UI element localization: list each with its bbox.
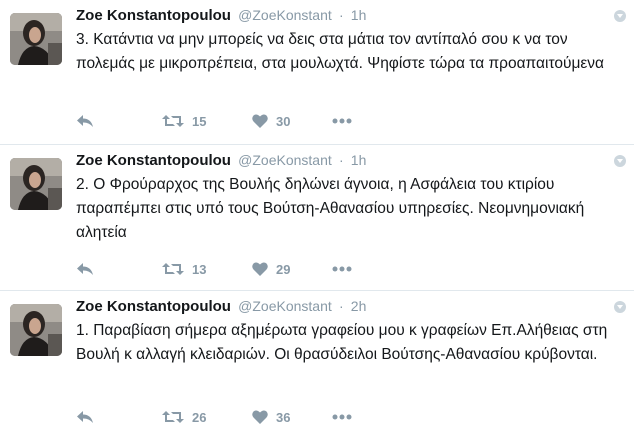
separator: · xyxy=(338,7,344,23)
tweet-header: Zoe Konstantopoulou @ZoeKonstant · 2h xyxy=(76,297,366,316)
timestamp[interactable]: 1h xyxy=(351,152,367,168)
avatar[interactable] xyxy=(10,304,62,356)
more-button[interactable] xyxy=(332,257,352,281)
timestamp[interactable]: 1h xyxy=(351,7,367,23)
more-options-icon xyxy=(332,266,352,272)
reply-icon xyxy=(77,263,93,275)
author-name[interactable]: Zoe Konstantopoulou xyxy=(76,298,231,315)
retweet-button[interactable]: 26 xyxy=(162,405,206,428)
separator: · xyxy=(338,152,344,168)
tweet-header: Zoe Konstantopoulou @ZoeKonstant · 1h xyxy=(76,6,366,25)
chevron-down-icon[interactable] xyxy=(614,155,626,167)
more-options-icon xyxy=(332,118,352,124)
more-button[interactable] xyxy=(332,405,352,428)
reply-button[interactable] xyxy=(76,405,94,428)
tweet[interactable]: Zoe Konstantopoulou @ZoeKonstant · 2h 1.… xyxy=(0,291,634,428)
like-button[interactable]: 29 xyxy=(252,257,290,281)
timestamp[interactable]: 2h xyxy=(351,298,367,314)
tweet-text: 1. Παραβίαση σήμερα αξημέρωτα γραφείου μ… xyxy=(76,322,608,363)
avatar[interactable] xyxy=(10,13,62,65)
author-username[interactable]: @ZoeKonstant xyxy=(238,298,332,314)
like-count: 29 xyxy=(276,261,291,277)
author-name[interactable]: Zoe Konstantopoulou xyxy=(76,152,231,169)
tweet-header: Zoe Konstantopoulou @ZoeKonstant · 1h xyxy=(76,151,366,170)
tweet-text: 2. Ο Φρούραρχος της Βουλής δηλώνει άγνοι… xyxy=(76,176,585,241)
chevron-down-icon[interactable] xyxy=(614,10,626,22)
retweet-icon xyxy=(162,263,184,275)
retweet-icon xyxy=(162,115,184,127)
tweet-text: 3. Κατάντια να μην μπορείς να δεις στα μ… xyxy=(76,31,604,72)
author-username[interactable]: @ZoeKonstant xyxy=(238,7,332,23)
heart-icon xyxy=(252,410,268,424)
like-button[interactable]: 36 xyxy=(252,405,290,428)
like-button[interactable]: 30 xyxy=(252,109,290,133)
retweet-button[interactable]: 15 xyxy=(162,109,206,133)
author-name[interactable]: Zoe Konstantopoulou xyxy=(76,7,231,24)
retweet-icon xyxy=(162,411,184,423)
separator: · xyxy=(338,298,344,314)
like-count: 30 xyxy=(276,113,291,129)
chevron-down-icon[interactable] xyxy=(614,301,626,313)
retweet-count: 15 xyxy=(192,113,207,129)
more-options-icon xyxy=(332,414,352,420)
more-button[interactable] xyxy=(332,109,352,133)
like-count: 36 xyxy=(276,409,291,425)
reply-button[interactable] xyxy=(76,109,94,133)
tweet-timeline: Zoe Konstantopoulou @ZoeKonstant · 1h 3.… xyxy=(0,0,634,428)
retweet-count: 26 xyxy=(192,409,207,425)
retweet-count: 13 xyxy=(192,261,207,277)
tweet[interactable]: Zoe Konstantopoulou @ZoeKonstant · 1h 2.… xyxy=(0,145,634,291)
author-username[interactable]: @ZoeKonstant xyxy=(238,152,332,168)
reply-icon xyxy=(77,115,93,127)
heart-icon xyxy=(252,262,268,276)
heart-icon xyxy=(252,114,268,128)
retweet-button[interactable]: 13 xyxy=(162,257,206,281)
tweet[interactable]: Zoe Konstantopoulou @ZoeKonstant · 1h 3.… xyxy=(0,0,634,145)
avatar[interactable] xyxy=(10,158,62,210)
reply-icon xyxy=(77,411,93,423)
reply-button[interactable] xyxy=(76,257,94,281)
